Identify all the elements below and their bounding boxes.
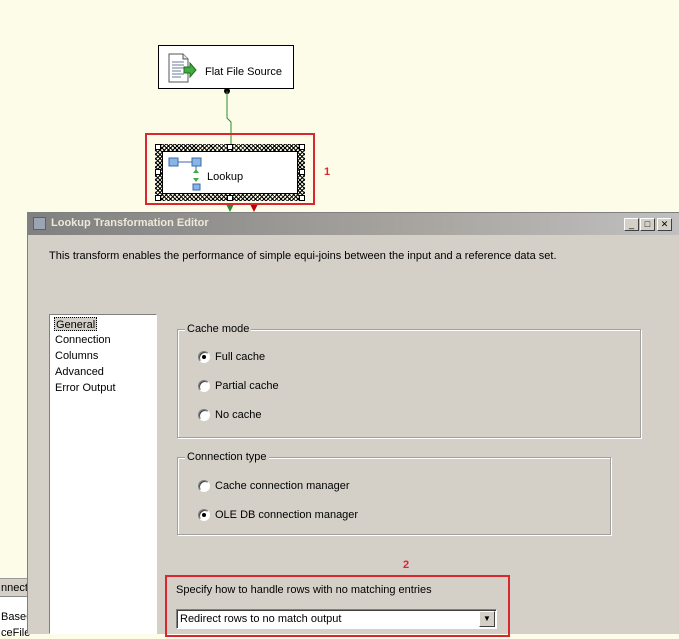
nav-item-advanced[interactable]: Advanced bbox=[54, 365, 105, 379]
radio-button[interactable] bbox=[198, 509, 210, 521]
annotation-box-2 bbox=[165, 575, 510, 637]
page-navigation-list[interactable]: General Connection Columns Advanced Erro… bbox=[49, 314, 157, 634]
radio-button[interactable] bbox=[198, 380, 210, 392]
minimize-button[interactable]: _ bbox=[624, 218, 639, 231]
nav-item-columns[interactable]: Columns bbox=[54, 349, 99, 363]
radio-label: Partial cache bbox=[215, 380, 279, 392]
data-flow-paths bbox=[224, 88, 258, 212]
flat-file-source-component[interactable]: Flat File Source bbox=[158, 45, 294, 89]
radio-label: No cache bbox=[215, 409, 262, 421]
radio-label: OLE DB connection manager bbox=[215, 509, 359, 521]
dialog-description: This transform enables the performance o… bbox=[49, 250, 557, 262]
background-panel-strip: nnectio BaseC ceFile bbox=[0, 578, 30, 639]
lookup-transformation-editor-dialog: Lookup Transformation Editor _ □ ✕ This … bbox=[27, 212, 679, 637]
nav-item-connection[interactable]: Connection bbox=[54, 333, 112, 347]
connection-type-legend: Connection type bbox=[185, 451, 269, 463]
green-output-arrow bbox=[226, 204, 234, 212]
radio-button[interactable] bbox=[198, 480, 210, 492]
red-output-arrow bbox=[250, 204, 258, 212]
connection-type-group: Connection type Cache connection manager… bbox=[177, 451, 611, 535]
background-panel-header: nnectio bbox=[0, 579, 30, 597]
nav-item-error-output[interactable]: Error Output bbox=[54, 381, 117, 395]
annotation-number-2: 2 bbox=[403, 559, 410, 571]
flat-file-source-icon bbox=[168, 53, 197, 83]
annotation-box-1 bbox=[145, 133, 315, 205]
radio-label: Cache connection manager bbox=[215, 480, 350, 492]
dialog-title-bar[interactable]: Lookup Transformation Editor _ □ ✕ bbox=[28, 213, 679, 235]
cache-mode-legend: Cache mode bbox=[185, 323, 252, 335]
background-panel-row: ceFile bbox=[1, 627, 30, 639]
nav-item-general[interactable]: General bbox=[54, 317, 98, 331]
cache-mode-group: Cache mode Full cache Partial cache No c… bbox=[177, 323, 641, 438]
close-button[interactable]: ✕ bbox=[657, 218, 672, 231]
background-panel-row: BaseC bbox=[1, 611, 30, 623]
app-icon bbox=[33, 217, 46, 230]
radio-button[interactable] bbox=[198, 409, 210, 421]
radio-label: Full cache bbox=[215, 351, 266, 363]
annotation-number-1: 1 bbox=[324, 166, 331, 178]
flat-file-source-label: Flat File Source bbox=[205, 66, 283, 78]
radio-button[interactable] bbox=[198, 351, 210, 363]
dialog-title: Lookup Transformation Editor bbox=[51, 217, 209, 229]
maximize-button[interactable]: □ bbox=[640, 218, 655, 231]
